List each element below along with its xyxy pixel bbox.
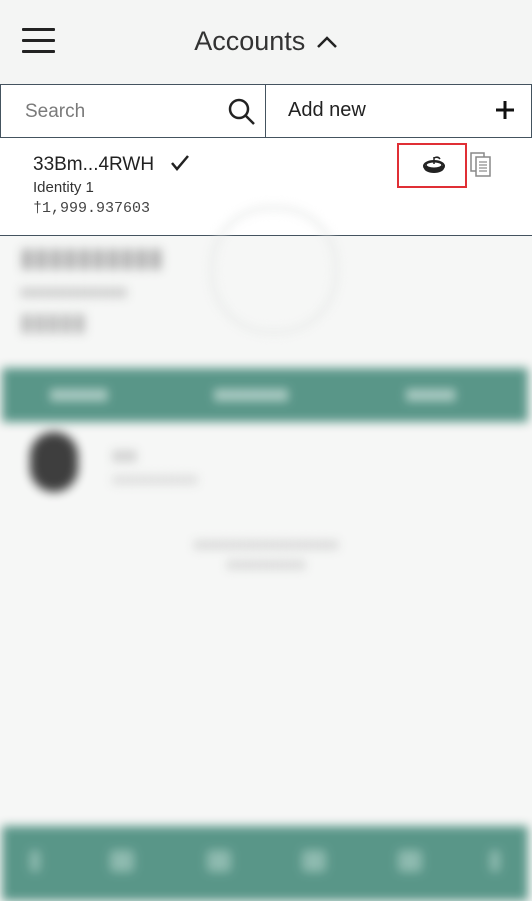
page-title: Accounts	[194, 26, 306, 56]
blurred-text: ▮▮▮	[112, 447, 137, 464]
chevron-up-icon	[316, 35, 337, 48]
blurred-text: ▮▮▮▮▮▮▮▮▮▮▮▮▮▮▮	[20, 284, 128, 299]
blurred-text: ▮▮▮▮▮▮▮▮▮▮▮▮▮	[112, 472, 198, 486]
copy-icon[interactable]	[470, 152, 492, 178]
blurred-text: ▮▮▮▮▮▮▮▮▮▮▮▮▮▮▮▮▮▮▮▮▮▮ ▮▮▮▮▮▮▮▮▮▮▮▮	[193, 537, 339, 571]
baker-icon	[423, 156, 445, 173]
blurred-text: ▮▮▮▮▮	[20, 309, 87, 336]
blurred-nav-icon	[302, 850, 326, 872]
blurred-bottom-nav	[2, 826, 528, 901]
blurred-background: ▮▮▮▮▮▮▮▮▮▮ ▮▮▮▮▮▮▮▮▮▮▮▮▮▮▮ ▮▮▮▮▮ ▮▮▮▮▮▮▮…	[0, 206, 532, 901]
account-address: 33Bm...4RWH	[33, 154, 155, 175]
blurred-nav-icon	[30, 850, 40, 872]
blurred-tab: ▮▮▮▮▮▮▮	[50, 386, 108, 403]
plus-icon	[496, 101, 514, 119]
account-balance: †1,999.937603	[33, 200, 151, 217]
blurred-nav-icon	[398, 850, 422, 872]
baker-button[interactable]	[397, 143, 467, 188]
blurred-avatar	[30, 432, 78, 492]
blurred-text: ▮▮▮▮▮▮▮▮▮▮	[20, 242, 164, 272]
search-add-row: Add new	[0, 84, 532, 138]
blurred-nav-icon	[110, 850, 134, 872]
app-header: Accounts	[0, 0, 532, 84]
blurred-tab: ▮▮▮▮▮▮	[406, 386, 456, 403]
blurred-tab-bar: ▮▮▮▮▮▮▮ ▮▮▮▮▮▮▮▮▮ ▮▮▮▮▮▮	[2, 368, 528, 422]
blurred-nav-icon	[207, 850, 231, 872]
account-name: Identity 1	[33, 179, 94, 196]
search-box	[0, 85, 266, 137]
blurred-nav-icon	[490, 850, 500, 872]
search-input[interactable]	[23, 97, 217, 127]
check-icon	[171, 155, 189, 171]
search-icon[interactable]	[227, 97, 257, 127]
add-new-button[interactable]: Add new	[266, 85, 532, 137]
blurred-shape	[210, 206, 338, 334]
add-new-label: Add new	[288, 99, 366, 121]
blurred-tab: ▮▮▮▮▮▮▮▮▮	[214, 386, 289, 403]
accounts-title-toggle[interactable]: Accounts	[0, 26, 532, 57]
